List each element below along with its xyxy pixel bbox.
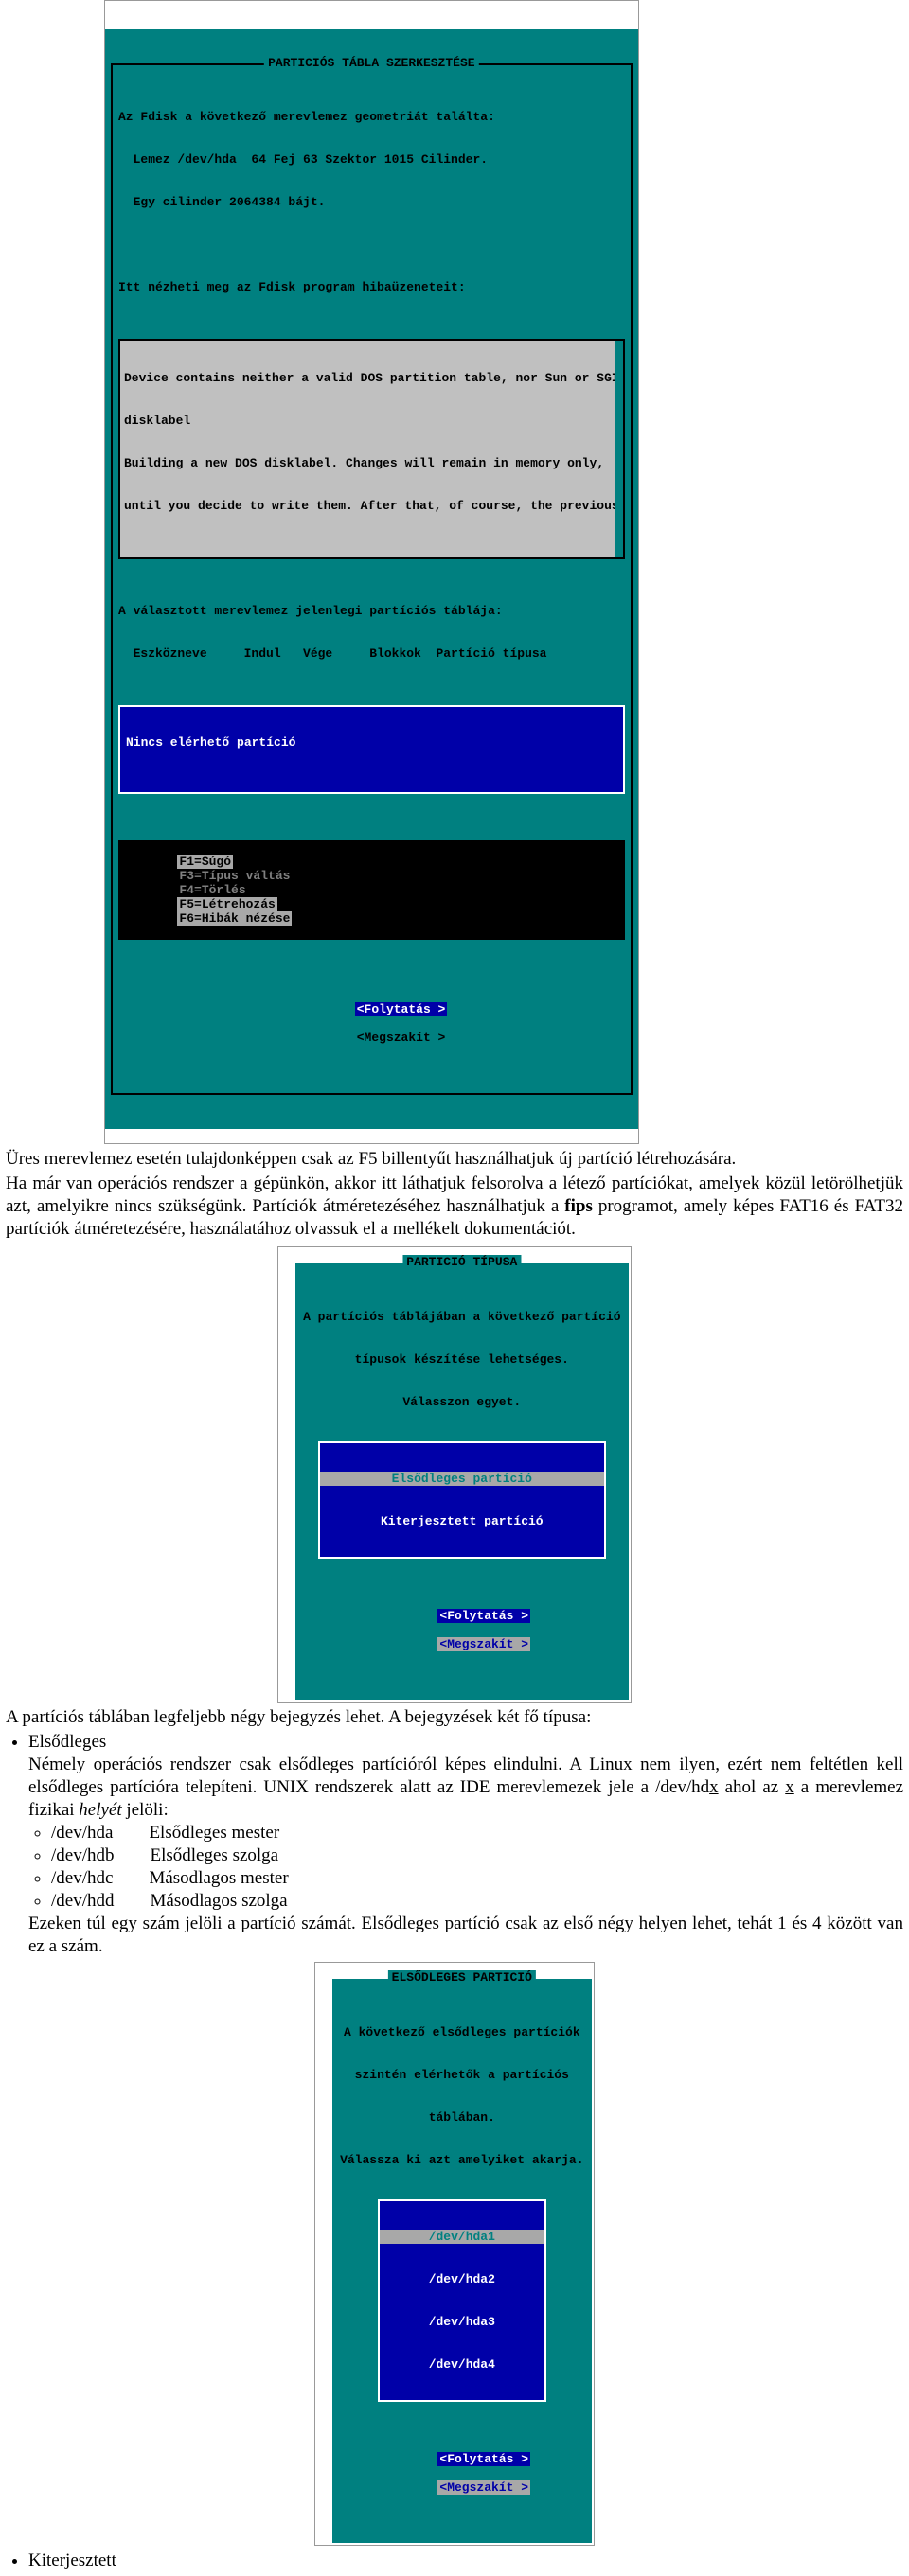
dlg3-line-2: szintén elérhetők a partíciós	[340, 2068, 583, 2082]
dlg3-line-3: táblában.	[340, 2110, 583, 2125]
option-hda2[interactable]: /dev/hda2	[380, 2272, 544, 2286]
msg-2: disklabel	[124, 414, 619, 428]
dev-hdc: /dev/hdc	[51, 1868, 113, 1888]
f1-help[interactable]: F1=Súgó	[177, 855, 233, 869]
cancel-button[interactable]: <Megszakít >	[437, 2480, 530, 2495]
dialog-title: ELSŐDLEGES PARTICIÓ	[388, 1970, 536, 1985]
button-row: <Folytatás > <Megszakít >	[118, 984, 625, 1063]
partition-type-dialog: PARTICIÓ TÍPUSA A partíciós táblájában a…	[294, 1262, 630, 1702]
continue-button[interactable]: <Folytatás >	[437, 2452, 530, 2466]
partition-list[interactable]: Nincs elérhető partíció	[118, 705, 625, 794]
scrollbar[interactable]	[615, 341, 623, 557]
dlg3-line-1: A következő elsődleges partíciók	[340, 2025, 583, 2039]
table-header-1: A választott merevlemez jelenlegi partíc…	[118, 604, 625, 618]
f4-delete: F4=Törlés	[177, 883, 247, 897]
blank-line	[118, 238, 625, 252]
option-hda3[interactable]: /dev/hda3	[380, 2315, 544, 2329]
dlg-line-2: típusok készítése lehetséges.	[303, 1352, 620, 1367]
paragraph-1: Üres merevlemez esetén tulajdonképpen cs…	[6, 1148, 903, 1171]
msg-intro: Itt nézheti meg az Fdisk program hibaüze…	[118, 280, 625, 294]
fdisk-message-box: Device contains neither a valid DOS part…	[118, 339, 625, 559]
window-title: PARTICIÓS TÁBLA SZERKESZTÉSE	[264, 56, 478, 70]
option-extended[interactable]: Kiterjesztett partíció	[320, 1514, 603, 1528]
cancel-button[interactable]: <Megszakít >	[437, 1637, 530, 1651]
dialog-title: PARTICIÓ TÍPUSA	[402, 1255, 521, 1269]
msg-4: until you decide to write them. After th…	[124, 499, 619, 513]
cancel-button[interactable]: <Megszakít >	[355, 1031, 448, 1045]
paragraph-2: Ha már van operációs rendszer a gépünkön…	[6, 1173, 903, 1241]
table-header-2: Eszközneve Indul Vége Blokkok Partíció t…	[118, 646, 625, 661]
dlg-line-1: A partíciós táblájában a következő partí…	[303, 1310, 620, 1324]
msg-1: Device contains neither a valid DOS part…	[124, 371, 619, 385]
f3-type: F3=Típus váltás	[177, 869, 292, 883]
continue-button[interactable]: <Folytatás >	[355, 1002, 448, 1016]
f5-create[interactable]: F5=Létrehozás	[177, 897, 276, 911]
option-list[interactable]: /dev/hda1 /dev/hda2 /dev/hda3 /dev/hda4	[378, 2199, 545, 2402]
geom-line-3: Egy cilinder 2064384 bájt.	[118, 195, 625, 209]
primary-partition-dialog: ELSŐDLEGES PARTICIÓ A következő elsődleg…	[330, 1977, 593, 2545]
device-list: /dev/hda Elsődleges mester /dev/hdb Első…	[51, 1822, 903, 1913]
dlg3-line-4: Válassza ki azt amelyiket akarja.	[340, 2153, 583, 2167]
dev-hda: /dev/hda	[51, 1823, 113, 1843]
dev-hdb: /dev/hdb	[51, 1845, 115, 1865]
list-item-primary: Elsődleges Némely operációs rendszer csa…	[28, 1731, 903, 1958]
option-primary[interactable]: Elsődleges partíció	[320, 1472, 603, 1486]
list-item[interactable]: Nincs elérhető partíció	[120, 735, 623, 750]
option-list[interactable]: Elsődleges partíció Kiterjesztett partíc…	[318, 1441, 605, 1559]
dev-hdd: /dev/hdd	[51, 1891, 115, 1911]
primary-desc: Némely operációs rendszer csak elsődlege…	[28, 1754, 903, 1822]
option-hda4[interactable]: /dev/hda4	[380, 2357, 544, 2372]
paragraph-5: Ezeken túl egy szám jelöli a partíció sz…	[28, 1913, 903, 1958]
geom-line-1: Az Fdisk a következő merevlemez geometri…	[118, 110, 625, 124]
option-hda1[interactable]: /dev/hda1	[380, 2230, 544, 2244]
paragraph-3: A partíciós táblában legfeljebb négy bej…	[6, 1706, 903, 1729]
geom-line-2: Lemez /dev/hda 64 Fej 63 Szektor 1015 Ci…	[118, 152, 625, 167]
msg-3: Building a new DOS disklabel. Changes wi…	[124, 456, 619, 470]
fdisk-main-window: PARTICIÓS TÁBLA SZERKESZTÉSE Az Fdisk a …	[104, 0, 639, 1144]
continue-button[interactable]: <Folytatás >	[437, 1609, 530, 1623]
f6-errors[interactable]: F6=Hibák nézése	[177, 911, 292, 926]
dlg-line-3: Válasszon egyet.	[303, 1395, 620, 1409]
list-item-extended: Kiterjesztett	[28, 2550, 903, 2572]
function-key-bar: F1=Súgó F3=Típus váltás F4=Törlés F5=Lét…	[118, 840, 625, 940]
